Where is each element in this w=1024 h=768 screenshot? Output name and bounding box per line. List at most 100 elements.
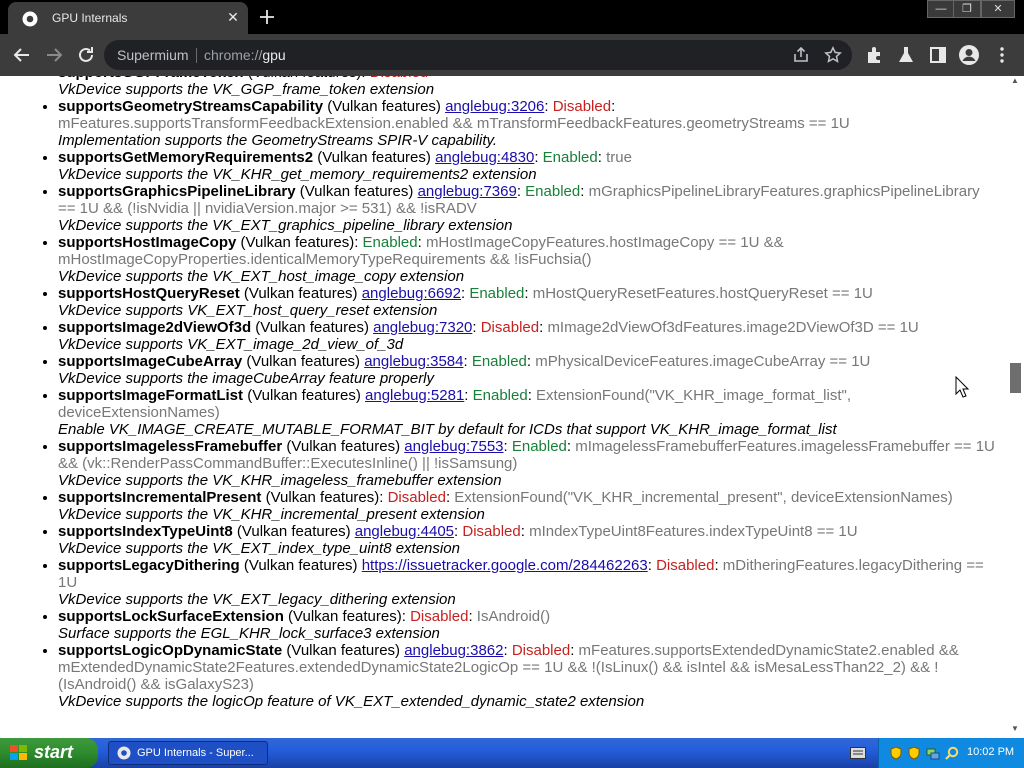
feature-item: supportsImage2dViewOf3d (Vulkan features… bbox=[58, 319, 998, 353]
page-content: supportsGGPFrameToken (Vulkan features):… bbox=[0, 76, 1008, 738]
feature-name: supportsImagelessFramebuffer bbox=[58, 438, 283, 455]
new-tab-icon[interactable] bbox=[256, 6, 278, 28]
feature-item: supportsIncrementalPresent (Vulkan featu… bbox=[58, 489, 998, 523]
bug-separator: : bbox=[516, 183, 526, 200]
taskbar-item-gpu-internals[interactable]: GPU Internals - Super... bbox=[108, 741, 268, 765]
maximize-button[interactable]: ❐ bbox=[953, 0, 981, 18]
close-window-button[interactable]: ✕ bbox=[981, 0, 1015, 18]
feature-description: Enable VK_IMAGE_CREATE_MUTABLE_FORMAT_BI… bbox=[58, 421, 837, 438]
bug-link[interactable]: anglebug:4405 bbox=[355, 523, 454, 540]
forward-icon[interactable] bbox=[43, 44, 65, 66]
feature-item: supportsGetMemoryRequirements2 (Vulkan f… bbox=[58, 149, 998, 183]
feature-status: Enabled bbox=[469, 285, 525, 302]
feature-category: (Vulkan features) bbox=[323, 98, 446, 115]
bug-link[interactable]: anglebug:3862 bbox=[404, 642, 503, 659]
feature-list: supportsGGPFrameToken (Vulkan features):… bbox=[0, 76, 998, 710]
feature-status: Disabled bbox=[480, 319, 540, 336]
mouse-cursor-icon bbox=[955, 376, 969, 398]
scroll-down-arrow-icon[interactable]: ▼ bbox=[1011, 724, 1019, 733]
feature-category: (Vulkan features) bbox=[251, 319, 374, 336]
feature-condition: IsAndroid() bbox=[476, 608, 551, 625]
feature-item: supportsImageFormatList (Vulkan features… bbox=[58, 387, 998, 438]
feature-description: VkDevice supports VK_EXT_image_2d_view_o… bbox=[58, 336, 404, 353]
feature-description: VkDevice supports the logicOp feature of… bbox=[58, 693, 645, 710]
status-separator: : bbox=[714, 557, 723, 574]
feature-description: Implementation supports the GeometryStre… bbox=[58, 132, 498, 149]
bug-link[interactable]: https://issuetracker.google.com/28446226… bbox=[362, 557, 648, 574]
feature-status: Disabled bbox=[656, 557, 715, 574]
bug-link[interactable]: anglebug:7320 bbox=[373, 319, 472, 336]
feature-status: Enabled bbox=[362, 234, 418, 251]
minimize-button[interactable]: — bbox=[927, 0, 955, 18]
feature-category: (Vulkan features): bbox=[283, 608, 411, 625]
bug-separator: : bbox=[472, 319, 481, 336]
feature-status: Enabled bbox=[471, 353, 527, 370]
status-separator: : bbox=[520, 523, 530, 540]
bug-separator: : bbox=[503, 642, 512, 659]
status-separator: : bbox=[524, 285, 533, 302]
tab-gpu-internals[interactable]: GPU Internals ✕ bbox=[8, 2, 248, 34]
status-separator: : bbox=[580, 183, 589, 200]
extensions-icon[interactable] bbox=[863, 44, 885, 66]
bug-separator: : bbox=[503, 438, 512, 455]
shield-icon[interactable] bbox=[907, 746, 921, 760]
status-separator: : bbox=[570, 642, 579, 659]
feature-status: Enabled bbox=[542, 149, 598, 166]
bug-link[interactable]: anglebug:3206 bbox=[445, 98, 544, 115]
taskbar: start GPU Internals - Super... 10:02 PM bbox=[0, 738, 1024, 768]
status-separator: : bbox=[417, 234, 426, 251]
bug-link[interactable]: anglebug:6692 bbox=[362, 285, 461, 302]
feature-condition: mPhysicalDeviceFeatures.imageCubeArray =… bbox=[535, 353, 871, 370]
bug-link[interactable]: anglebug:7553 bbox=[404, 438, 503, 455]
share-icon[interactable] bbox=[792, 46, 810, 64]
feature-item: supportsLockSurfaceExtension (Vulkan fea… bbox=[58, 608, 998, 642]
omnibox-separator bbox=[196, 48, 197, 63]
menu-icon[interactable] bbox=[991, 44, 1013, 66]
url-text[interactable]: chrome://gpu bbox=[204, 47, 286, 63]
feature-item: supportsGeometryStreamsCapability (Vulka… bbox=[58, 98, 998, 149]
feature-description: VkDevice supports the VK_KHR_imageless_f… bbox=[58, 472, 502, 489]
feature-category: (Vulkan features) bbox=[282, 642, 405, 659]
feature-name: supportsHostQueryReset bbox=[58, 285, 240, 302]
bug-link[interactable]: anglebug:7369 bbox=[418, 183, 517, 200]
vertical-scrollbar[interactable]: ▲ ▼ bbox=[1008, 76, 1024, 738]
tab-title: GPU Internals bbox=[52, 11, 128, 25]
keyboard-icon[interactable] bbox=[850, 747, 866, 759]
sidepanel-icon[interactable] bbox=[927, 44, 949, 66]
status-separator: : bbox=[611, 98, 616, 115]
feature-name: supportsLockSurfaceExtension bbox=[58, 608, 284, 625]
title-bar: GPU Internals ✕ — ❐ ✕ bbox=[0, 0, 1024, 34]
feature-description: Surface supports the EGL_KHR_lock_surfac… bbox=[58, 625, 440, 642]
bug-link[interactable]: anglebug:4830 bbox=[435, 149, 534, 166]
feature-item: supportsHostImageCopy (Vulkan features):… bbox=[58, 234, 998, 285]
feature-description: VkDevice supports the VK_KHR_get_memory_… bbox=[58, 166, 537, 183]
close-icon[interactable]: ✕ bbox=[224, 8, 242, 26]
feature-category: (Vulkan features) bbox=[282, 438, 405, 455]
reload-icon[interactable] bbox=[75, 44, 97, 66]
feature-description: VkDevice supports VK_EXT_host_query_rese… bbox=[58, 302, 438, 319]
feature-item: supportsLegacyDithering (Vulkan features… bbox=[58, 557, 998, 608]
feature-category: (Vulkan features) bbox=[232, 523, 355, 540]
browser-toolbar: Supermium chrome://gpu bbox=[0, 34, 1024, 76]
scrollbar-thumb[interactable] bbox=[1010, 363, 1021, 393]
bug-link[interactable]: anglebug:3584 bbox=[364, 353, 463, 370]
flask-icon[interactable] bbox=[895, 44, 917, 66]
back-icon[interactable] bbox=[11, 44, 33, 66]
scroll-up-arrow-icon[interactable]: ▲ bbox=[1011, 76, 1019, 85]
network-icon[interactable] bbox=[926, 746, 940, 760]
feature-status: Disabled bbox=[511, 642, 571, 659]
url-host: gpu bbox=[262, 47, 286, 63]
star-icon[interactable] bbox=[824, 46, 842, 64]
search-icon[interactable] bbox=[945, 746, 959, 760]
shield-icon[interactable] bbox=[889, 746, 903, 760]
feature-status: Disabled bbox=[552, 98, 612, 115]
feature-condition: true bbox=[606, 149, 632, 166]
bug-link[interactable]: anglebug:5281 bbox=[365, 387, 464, 404]
feature-name: supportsImageFormatList bbox=[58, 387, 244, 404]
status-separator: : bbox=[597, 149, 607, 166]
profile-icon[interactable] bbox=[958, 44, 980, 66]
feature-description: VkDevice supports the VK_EXT_index_type_… bbox=[58, 540, 460, 557]
start-button[interactable]: start bbox=[0, 738, 98, 768]
address-bar[interactable]: Supermium chrome://gpu bbox=[104, 40, 852, 70]
feature-category: (Vulkan features) bbox=[239, 285, 362, 302]
